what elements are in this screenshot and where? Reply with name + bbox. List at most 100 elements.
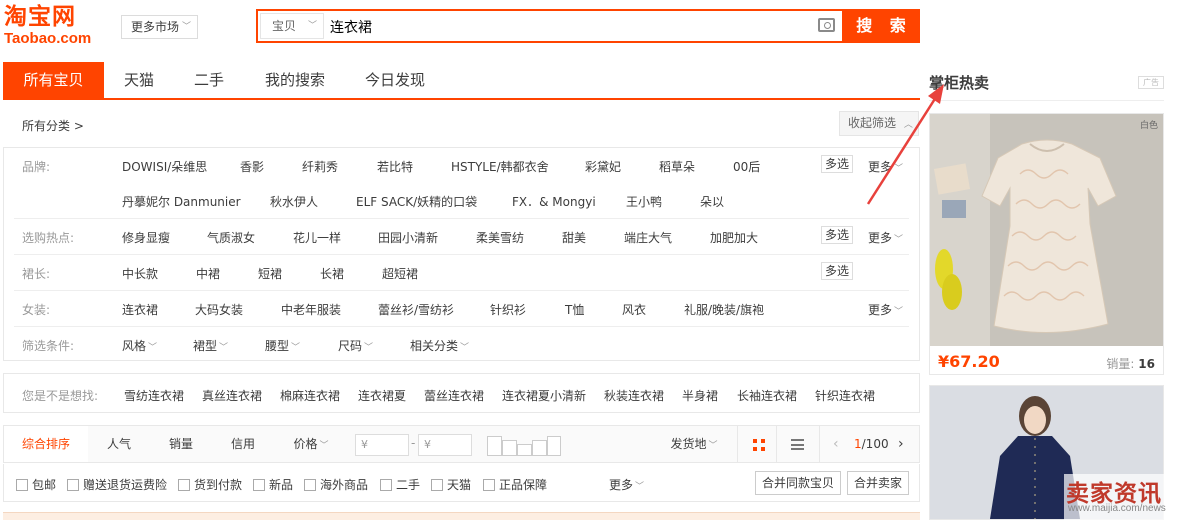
- lace-dress-illustration: 白色: [930, 114, 1163, 346]
- filter-option[interactable]: 甜美: [562, 229, 586, 246]
- suggestion-link[interactable]: 棉麻连衣裙: [280, 387, 340, 404]
- filter-option[interactable]: 大码女装: [195, 301, 243, 318]
- tab-my-searches[interactable]: 我的搜索: [255, 62, 335, 98]
- filter-option[interactable]: 柔美雪纺: [476, 229, 524, 246]
- condition-dropdown[interactable]: 尺码 ﹀: [338, 337, 373, 354]
- tab-secondhand[interactable]: 二手: [179, 62, 239, 98]
- condition-label: 相关分类: [410, 339, 459, 353]
- filter-option[interactable]: 纤莉秀: [302, 158, 338, 175]
- search-type-select[interactable]: 宝贝 ﹀: [260, 13, 324, 39]
- multi-select-button[interactable]: 多选: [821, 226, 853, 244]
- suggestion-bar: 您是不是想找: 雪纺连衣裙 真丝连衣裙 棉麻连衣裙 连衣裙夏 蕾丝连衣裙 连衣裙…: [3, 373, 920, 413]
- checkbox-new[interactable]: 新品: [253, 476, 293, 493]
- filter-option[interactable]: 花儿一样: [293, 229, 341, 246]
- suggestion-link[interactable]: 连衣裙夏: [358, 387, 406, 404]
- filter-option[interactable]: 礼服/晚装/旗袍: [684, 301, 764, 318]
- list-view-icon[interactable]: [791, 439, 804, 450]
- filter-option[interactable]: DOWISI/朵维思: [122, 158, 207, 175]
- suggestion-link[interactable]: 针织连衣裙: [815, 387, 875, 404]
- filter-option[interactable]: 若比特: [377, 158, 413, 175]
- tab-all-items[interactable]: 所有宝贝: [3, 62, 104, 98]
- tab-tmall[interactable]: 天猫: [109, 62, 169, 98]
- price-max-input[interactable]: ¥: [418, 434, 472, 456]
- filter-option[interactable]: 超短裙: [382, 265, 418, 282]
- suggestion-link[interactable]: 蕾丝连衣裙: [424, 387, 484, 404]
- condition-dropdown[interactable]: 腰型 ﹀: [265, 337, 300, 354]
- filter-option[interactable]: 香影: [240, 158, 264, 175]
- filter-option[interactable]: 气质淑女: [207, 229, 255, 246]
- sort-default[interactable]: 综合排序: [4, 426, 88, 462]
- suggestion-link[interactable]: 连衣裙夏小清新: [502, 387, 586, 404]
- condition-dropdown[interactable]: 风格 ﹀: [122, 337, 157, 354]
- checkbox-authentic[interactable]: 正品保障: [483, 476, 547, 493]
- filter-option[interactable]: 王小鸭: [626, 193, 662, 210]
- sort-sales[interactable]: 销量: [156, 426, 206, 462]
- chevron-left-icon[interactable]: ‹: [833, 426, 839, 462]
- multi-select-button[interactable]: 多选: [821, 262, 853, 280]
- multi-select-button[interactable]: 多选: [821, 155, 853, 173]
- price-min-input[interactable]: ¥: [355, 434, 409, 456]
- filter-option[interactable]: 加肥加大: [710, 229, 758, 246]
- breadcrumb[interactable]: 所有分类 >: [22, 117, 84, 134]
- filter-option[interactable]: 中老年服装: [281, 301, 341, 318]
- filter-option[interactable]: 中长款: [122, 265, 158, 282]
- more-markets-dropdown[interactable]: 更多市场 ﹀: [121, 15, 198, 39]
- search-button[interactable]: 搜 索: [842, 9, 920, 43]
- filter-option[interactable]: HSTYLE/韩都衣舍: [451, 158, 549, 175]
- sidebar-product-card[interactable]: 白色 ¥67.20 销量: 16: [929, 113, 1164, 375]
- merge-same-items-button[interactable]: 合并同款宝贝: [755, 471, 842, 495]
- filter-option[interactable]: 稻草朵: [659, 158, 695, 175]
- filter-option[interactable]: 中裙: [196, 265, 220, 282]
- filter-option[interactable]: 风衣: [622, 301, 646, 318]
- more-button[interactable]: 更多 ﹀: [868, 229, 903, 246]
- notice-strip: [3, 512, 920, 520]
- grid-view-icon[interactable]: [753, 439, 765, 451]
- suggestion-link[interactable]: 真丝连衣裙: [202, 387, 262, 404]
- filter-option[interactable]: 蕾丝衫/雪纺衫: [378, 301, 454, 318]
- search-input[interactable]: [330, 16, 810, 38]
- ship-from-dropdown[interactable]: 发货地 ﹀: [664, 426, 724, 462]
- filter-option[interactable]: 彩黛妃: [585, 158, 621, 175]
- checkbox-free-shipping[interactable]: 包邮: [16, 476, 56, 493]
- checkbox-tmall[interactable]: 天猫: [431, 476, 471, 493]
- condition-dropdown[interactable]: 相关分类 ﹀: [410, 337, 469, 354]
- filter-option[interactable]: 连衣裙: [122, 301, 158, 318]
- product-price: ¥67.20: [938, 352, 1000, 371]
- suggestion-link[interactable]: 雪纺连衣裙: [124, 387, 184, 404]
- condition-dropdown[interactable]: 裙型 ﹀: [193, 337, 228, 354]
- filter-option[interactable]: 针织衫: [490, 301, 526, 318]
- sort-credit[interactable]: 信用: [218, 426, 268, 462]
- checkbox-overseas[interactable]: 海外商品: [304, 476, 368, 493]
- filter-option[interactable]: 秋水伊人: [270, 193, 318, 210]
- checkbox-secondhand[interactable]: 二手: [380, 476, 420, 493]
- filter-option[interactable]: 短裙: [258, 265, 282, 282]
- more-button[interactable]: 更多 ﹀: [609, 476, 644, 493]
- filter-option[interactable]: 修身显瘦: [122, 229, 170, 246]
- product-image[interactable]: 白色: [930, 114, 1163, 346]
- search-tabs: 所有宝贝 天猫 二手 我的搜索 今日发现: [3, 62, 920, 100]
- chevron-right-icon[interactable]: ›: [898, 426, 904, 462]
- sort-popularity[interactable]: 人气: [94, 426, 144, 462]
- suggestion-link[interactable]: 秋装连衣裙: [604, 387, 664, 404]
- taobao-logo[interactable]: 淘宝网 Taobao.com: [4, 3, 108, 51]
- filter-option[interactable]: 田园小清新: [378, 229, 438, 246]
- checkbox-cod[interactable]: 货到付款: [178, 476, 242, 493]
- suggestion-link[interactable]: 长袖连衣裙: [737, 387, 797, 404]
- sales-volume-chart-icon[interactable]: [487, 434, 561, 456]
- camera-icon[interactable]: [818, 18, 835, 32]
- filter-option[interactable]: 朵以: [700, 193, 724, 210]
- more-button[interactable]: 更多 ﹀: [868, 301, 903, 318]
- filter-option[interactable]: FX．& Mongyi: [512, 193, 596, 210]
- checkbox-return-insurance[interactable]: 赠送退货运费险: [67, 476, 167, 493]
- merge-sellers-button[interactable]: 合并卖家: [847, 471, 910, 495]
- filter-option[interactable]: 00后: [733, 158, 760, 175]
- filter-option[interactable]: 丹摹妮尔 Danmunier: [122, 193, 241, 210]
- search-bar: 宝贝 ﹀ 搜 索: [256, 9, 920, 43]
- filter-option[interactable]: 长裙: [320, 265, 344, 282]
- tab-today-discover[interactable]: 今日发现: [355, 62, 435, 98]
- sort-price[interactable]: 价格 ﹀: [284, 426, 338, 462]
- filter-option[interactable]: T恤: [565, 301, 584, 318]
- filter-option[interactable]: 端庄大气: [624, 229, 672, 246]
- filter-option[interactable]: ELF SACK/妖精的口袋: [356, 193, 477, 210]
- suggestion-link[interactable]: 半身裙: [682, 387, 718, 404]
